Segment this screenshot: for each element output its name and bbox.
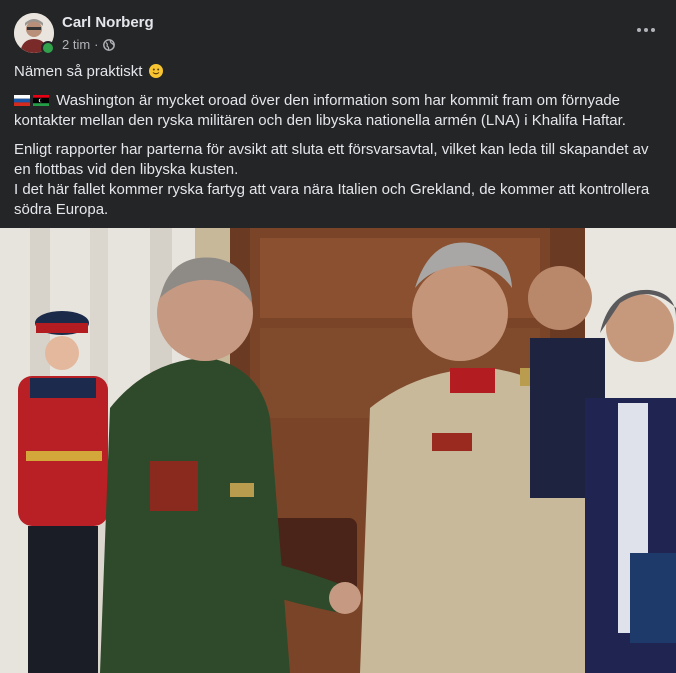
globe-icon[interactable] [102, 38, 115, 51]
post-meta: 2 tim · [62, 37, 115, 52]
post-photo[interactable] [0, 228, 676, 673]
post-header: Carl Norberg 2 tim · [0, 0, 676, 58]
paragraph-2: Washington är mycket oroad över den info… [14, 91, 662, 131]
more-horizontal-icon [637, 28, 655, 32]
facebook-post: Carl Norberg 2 tim · Nämen så praktiskt [0, 0, 676, 673]
paragraph-3: Enligt rapporter har parterna för avsikt… [14, 140, 662, 220]
paragraph-1-text: Nämen så praktiskt [14, 63, 143, 80]
paragraph-1: Nämen så praktiskt [14, 62, 662, 82]
handshake-photo [0, 228, 676, 673]
russia-flag-icon [14, 95, 30, 106]
post-time[interactable]: 2 tim [62, 37, 90, 52]
libya-flag-icon [33, 95, 49, 106]
paragraph-2-text: Washington är mycket oroad över den info… [14, 92, 626, 129]
author-name[interactable]: Carl Norberg [62, 14, 154, 31]
meta-separator: · [94, 37, 99, 52]
paragraph-3-line-1: Enligt rapporter har parterna för avsikt… [14, 141, 649, 178]
smiling-face-icon [148, 64, 163, 78]
more-options-button[interactable] [634, 18, 658, 42]
online-status-dot [41, 41, 55, 55]
post-text: Nämen så praktiskt Washington är mycket … [0, 58, 676, 220]
paragraph-3-line-2: I det här fallet kommer ryska fartyg att… [14, 181, 650, 218]
